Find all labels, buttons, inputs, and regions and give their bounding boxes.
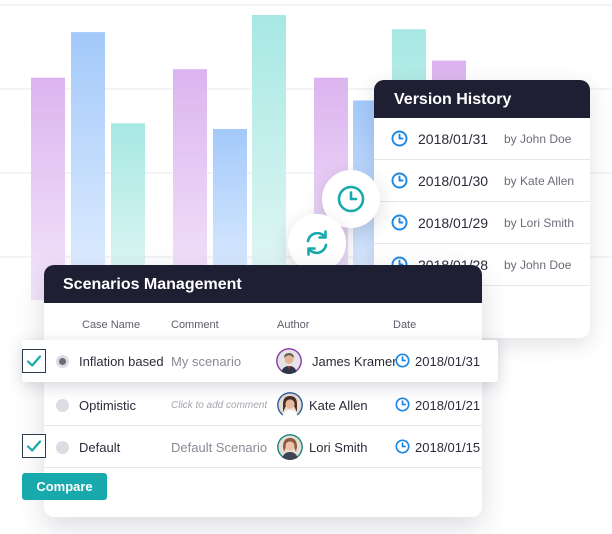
check-icon (26, 355, 42, 367)
author-name: Lori Smith (309, 440, 368, 455)
comment-text[interactable]: My scenario (171, 354, 241, 369)
row-radio[interactable] (56, 441, 69, 454)
version-author: by John Doe (504, 131, 572, 146)
version-history-item[interactable]: 2018/01/30 by Kate Allen (374, 160, 590, 202)
row-checkbox-checked[interactable] (22, 349, 46, 373)
table-header: Case Name Comment Author Date (44, 303, 482, 341)
clock-icon (395, 397, 410, 412)
comment-text[interactable]: Default Scenario (171, 440, 267, 455)
version-author: by John Doe (504, 257, 572, 272)
row-date: 2018/01/21 (415, 398, 481, 413)
sync-button[interactable] (288, 214, 346, 272)
version-author: by Lori Smith (504, 215, 575, 230)
version-date: 2018/01/29 (418, 214, 489, 231)
clock-icon (395, 439, 410, 454)
clock-icon (337, 185, 365, 213)
scenarios-title: Scenarios Management (44, 265, 482, 303)
row-radio[interactable] (56, 399, 69, 412)
sync-icon (306, 230, 328, 256)
user-avatar-icon (276, 348, 302, 374)
user-avatar-icon (277, 434, 303, 460)
version-history-item[interactable]: 2018/01/29 by Lori Smith (374, 202, 590, 244)
scenarios-management-panel: Scenarios Management Case Name Comment A… (44, 265, 482, 517)
table-row[interactable]: Optimistic Click to add comment Kate All… (44, 384, 482, 426)
clock-icon (391, 172, 408, 189)
version-author: by Kate Allen (504, 173, 575, 188)
version-history-item[interactable]: 2018/01/31 by John Doe (374, 118, 590, 160)
row-date: 2018/01/31 (415, 354, 481, 369)
column-case-name[interactable]: Case Name (82, 319, 140, 331)
column-date[interactable]: Date (393, 319, 416, 331)
row-checkbox-checked[interactable] (22, 434, 46, 458)
author-name: Kate Allen (309, 398, 368, 413)
check-icon (26, 440, 42, 452)
table-row-selected[interactable]: Inflation based My scenario James Kramer… (22, 340, 498, 382)
case-name: Inflation based (79, 354, 164, 369)
version-history-list: 2018/01/31 by John Doe 2018/01/30 by Kate A… (374, 118, 590, 286)
table-row[interactable]: Default Default Scenario Lori Smith 2018… (44, 426, 482, 468)
comment-input[interactable]: Click to add comment (171, 400, 267, 411)
row-date: 2018/01/15 (415, 440, 481, 455)
author-name: James Kramer (312, 354, 397, 369)
user-avatar-icon (277, 392, 303, 418)
clock-icon (391, 214, 408, 231)
column-comment[interactable]: Comment (171, 319, 219, 331)
version-history-title: Version History (374, 80, 590, 118)
column-author[interactable]: Author (277, 319, 309, 331)
compare-button[interactable]: Compare (22, 473, 107, 500)
chart-bar (71, 32, 105, 300)
version-date: 2018/01/31 (418, 130, 489, 147)
clock-icon (391, 130, 408, 147)
case-name: Optimistic (79, 398, 137, 413)
clock-icon (395, 353, 410, 368)
case-name: Default (79, 440, 121, 455)
version-date: 2018/01/30 (418, 172, 489, 189)
chart-bar (252, 15, 286, 300)
row-radio-selected[interactable] (56, 355, 69, 368)
